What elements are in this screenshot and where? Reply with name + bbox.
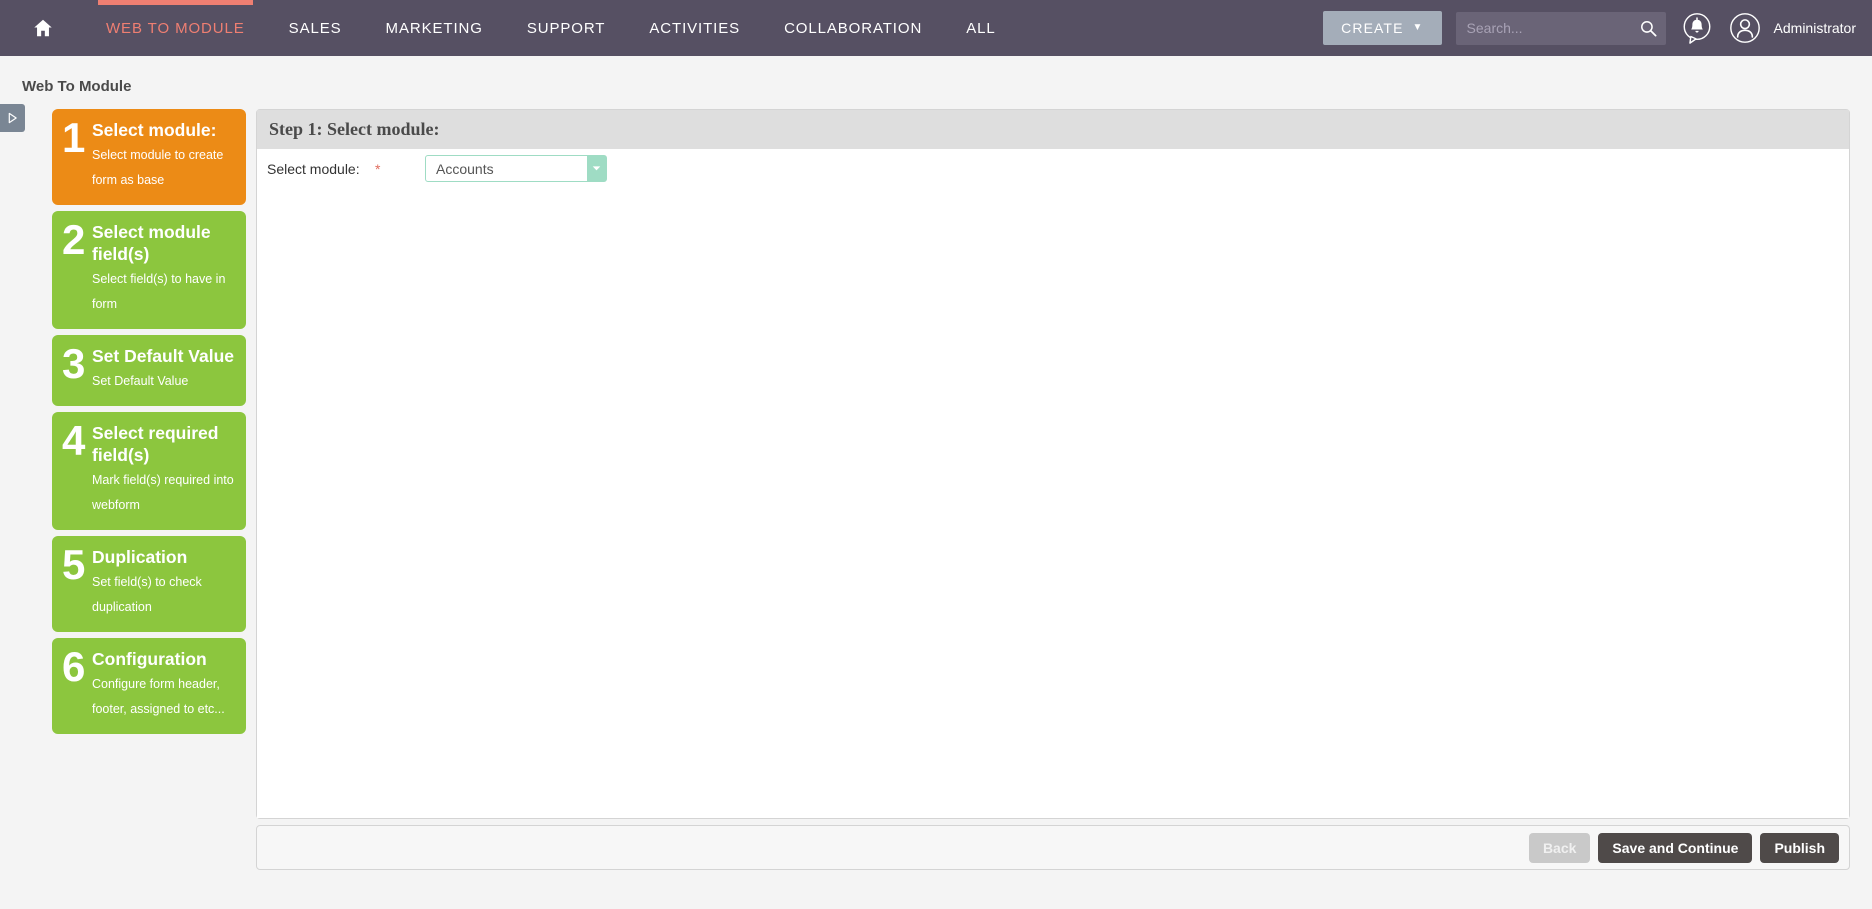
create-button-label: CREATE [1341, 20, 1404, 36]
step-title: Select required field(s) [92, 423, 219, 465]
step-panel: Step 1: Select module: Select module: * … [256, 109, 1850, 819]
step-number: 4 [62, 417, 86, 464]
panel-body: Select module: * Accounts [257, 149, 1849, 818]
step-description: Select field(s) to have in form [92, 272, 226, 311]
nav-item-label: WEB TO MODULE [106, 19, 245, 37]
user-name-label: Administrator [1773, 20, 1856, 36]
nav-item-support[interactable]: SUPPORT [505, 0, 628, 56]
nav-item-sales[interactable]: SALES [267, 0, 364, 56]
chevron-down-icon: ▼ [1412, 22, 1424, 33]
create-button[interactable]: CREATE ▼ [1323, 11, 1442, 45]
wizard-step-1[interactable]: 1 Select module: Select module to create… [52, 109, 246, 205]
step-description: Configure form header, footer, assigned … [92, 677, 225, 716]
nav-item-label: SALES [288, 19, 342, 37]
search-box[interactable] [1455, 11, 1666, 45]
home-icon[interactable] [26, 11, 60, 45]
publish-button[interactable]: Publish [1760, 832, 1839, 863]
wizard-footer-actions: Back Save and Continue Publish [256, 825, 1850, 870]
nav-item-label: COLLABORATION [784, 19, 923, 37]
step-title: Configuration [92, 649, 207, 669]
select-module-value: Accounts [436, 160, 494, 177]
nav-item-all[interactable]: ALL [944, 0, 1017, 56]
user-avatar-icon[interactable] [1728, 11, 1762, 45]
step-description: Set field(s) to check duplication [92, 575, 202, 614]
step-title: Set Default Value [92, 346, 234, 366]
nav-items-list: WEB TO MODULE SALES MARKETING SUPPORT AC… [84, 0, 1018, 56]
save-and-continue-button[interactable]: Save and Continue [1598, 832, 1753, 863]
nav-item-marketing[interactable]: MARKETING [364, 0, 505, 56]
nav-item-label: ALL [966, 19, 996, 37]
step-description: Mark field(s) required into webform [92, 473, 234, 512]
page-content: 1 Select module: Select module to create… [0, 95, 1872, 870]
wizard-step-3[interactable]: 3 Set Default Value Set Default Value [52, 335, 246, 406]
wizard-step-5[interactable]: 5 Duplication Set field(s) to check dupl… [52, 536, 246, 632]
top-bar-right-group: CREATE ▼ Search... Administrator [1323, 0, 1872, 56]
main-column: Step 1: Select module: Select module: * … [256, 109, 1850, 870]
step-number: 3 [62, 340, 86, 387]
chevron-down-icon[interactable] [587, 156, 606, 181]
step-title: Select module: [92, 120, 217, 140]
required-asterisk: * [375, 160, 381, 177]
select-module-label: Select module: [267, 160, 360, 177]
nav-item-label: MARKETING [385, 19, 483, 37]
step-number: 5 [62, 541, 86, 588]
panel-heading: Step 1: Select module: [257, 110, 1849, 149]
page-title: Web To Module [22, 78, 132, 95]
step-number: 6 [62, 643, 86, 690]
step-number: 2 [62, 216, 86, 263]
nav-item-label: ACTIVITIES [649, 19, 741, 37]
notification-bell-icon[interactable] [1680, 11, 1714, 45]
top-navigation-bar: WEB TO MODULE SALES MARKETING SUPPORT AC… [0, 0, 1872, 56]
nav-item-collaboration[interactable]: COLLABORATION [762, 0, 944, 56]
nav-item-web-to-module[interactable]: WEB TO MODULE [84, 0, 267, 56]
step-title: Duplication [92, 547, 188, 567]
search-icon[interactable] [1639, 19, 1658, 43]
panel-empty-area [257, 188, 1849, 818]
wizard-steps-sidebar: 1 Select module: Select module to create… [52, 109, 246, 740]
expand-sidebar-triangle-icon[interactable] [0, 104, 25, 132]
step-title: Select module field(s) [92, 222, 211, 264]
step-description: Set Default Value [92, 374, 189, 388]
wizard-step-2[interactable]: 2 Select module field(s) Select field(s)… [52, 211, 246, 329]
select-module-dropdown[interactable]: Accounts [425, 155, 607, 182]
back-button[interactable]: Back [1528, 832, 1591, 863]
search-input[interactable] [1455, 11, 1666, 45]
step-description: Select module to create form as base [92, 148, 224, 187]
select-module-row: Select module: * Accounts [257, 149, 1849, 188]
wizard-step-6[interactable]: 6 Configuration Configure form header, f… [52, 638, 246, 734]
nav-item-activities[interactable]: ACTIVITIES [627, 0, 762, 56]
wizard-step-4[interactable]: 4 Select required field(s) Mark field(s)… [52, 412, 246, 530]
nav-item-label: SUPPORT [526, 19, 606, 37]
step-number: 1 [62, 114, 86, 161]
